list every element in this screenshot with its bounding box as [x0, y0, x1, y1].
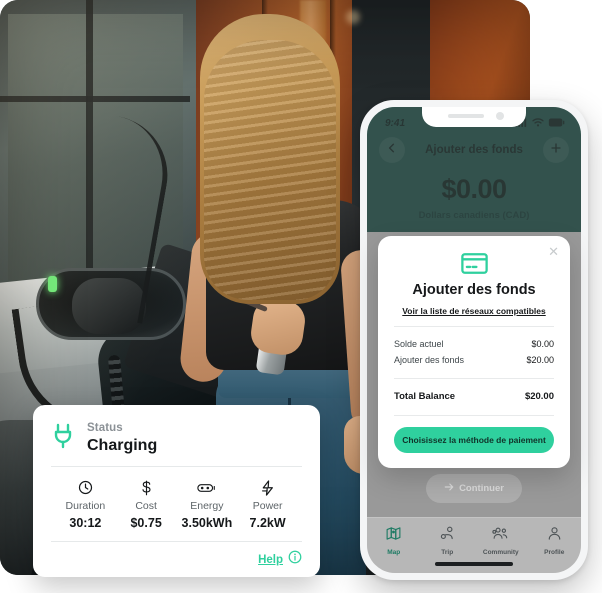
info-circle-icon[interactable]	[288, 550, 302, 569]
status-value: Charging	[87, 437, 158, 454]
tab-profile[interactable]: Profile	[530, 526, 578, 556]
metric-value: 3.50kWh	[181, 516, 233, 530]
profile-icon	[547, 526, 562, 546]
tab-community[interactable]: Community	[477, 526, 525, 556]
metric-power: Power 7.2kW	[237, 478, 298, 531]
metric-duration: Duration 30:12	[55, 478, 116, 531]
clock-icon	[55, 478, 116, 497]
row-value: $20.00	[526, 355, 554, 365]
community-icon	[492, 526, 509, 546]
tab-map[interactable]: Map	[370, 526, 418, 556]
status-label: Status	[87, 422, 123, 434]
dollar-icon	[116, 478, 177, 497]
earpiece-speaker	[448, 114, 484, 118]
row-label: Solde actuel	[394, 339, 444, 349]
summary-row-current-balance: Solde actuel $0.00	[394, 336, 554, 352]
home-indicator	[435, 562, 513, 566]
credit-card-icon	[394, 250, 554, 276]
phone-notch	[422, 107, 526, 127]
map-icon	[386, 526, 401, 546]
status-card-footer: Help	[51, 542, 302, 569]
metric-label: Energy	[190, 500, 224, 512]
screenshot-root: Status Charging Duration 30:12 Cost $0.7…	[0, 0, 602, 593]
row-label: Ajouter des fonds	[394, 355, 465, 365]
summary-row-add-funds: Ajouter des fonds $20.00	[394, 352, 554, 368]
close-icon[interactable]: ✕	[548, 245, 559, 258]
add-funds-modal: ✕ Ajouter des fonds Voir la liste de rés…	[378, 236, 570, 468]
tab-trip[interactable]: Trip	[423, 526, 471, 556]
divider	[394, 326, 554, 327]
front-camera	[496, 112, 504, 120]
row-value: $0.00	[531, 339, 554, 349]
compatible-networks-link[interactable]: Voir la liste de réseaux compatibles	[394, 306, 554, 316]
tab-label: Community	[482, 549, 519, 556]
divider	[394, 378, 554, 379]
bolt-icon	[237, 478, 298, 497]
tab-label: Profile	[544, 549, 565, 556]
choose-payment-method-button[interactable]: Choisissez la méthode de paiement	[394, 427, 554, 453]
metric-label: Cost	[135, 500, 157, 512]
plug-icon	[53, 423, 75, 454]
charging-status-card: Status Charging Duration 30:12 Cost $0.7…	[33, 405, 320, 577]
arrow-right-icon	[444, 482, 454, 495]
metric-value: 7.2kW	[249, 516, 286, 530]
total-label: Total Balance	[394, 391, 456, 402]
divider	[394, 415, 554, 416]
tab-label: Map	[387, 549, 401, 556]
metric-energy: Energy 3.50kWh	[177, 478, 238, 531]
metric-label: Duration	[65, 500, 106, 512]
battery-icon	[177, 478, 238, 497]
summary-row-total: Total Balance $20.00	[394, 388, 554, 405]
continue-label: Continuer	[459, 483, 504, 494]
status-header: Status Charging	[51, 419, 302, 466]
metrics-row: Duration 30:12 Cost $0.75 Energy 3.50kWh…	[51, 467, 302, 541]
continue-button[interactable]: Continuer	[426, 474, 522, 503]
metric-label: Power	[252, 500, 283, 512]
metric-value: 30:12	[69, 516, 102, 530]
trip-icon	[440, 526, 455, 546]
total-value: $20.00	[524, 391, 554, 402]
help-link[interactable]: Help	[258, 554, 283, 566]
modal-title: Ajouter des fonds	[412, 282, 536, 298]
metric-value: $0.75	[130, 516, 162, 530]
metric-cost: Cost $0.75	[116, 478, 177, 531]
tab-label: Trip	[441, 549, 454, 556]
